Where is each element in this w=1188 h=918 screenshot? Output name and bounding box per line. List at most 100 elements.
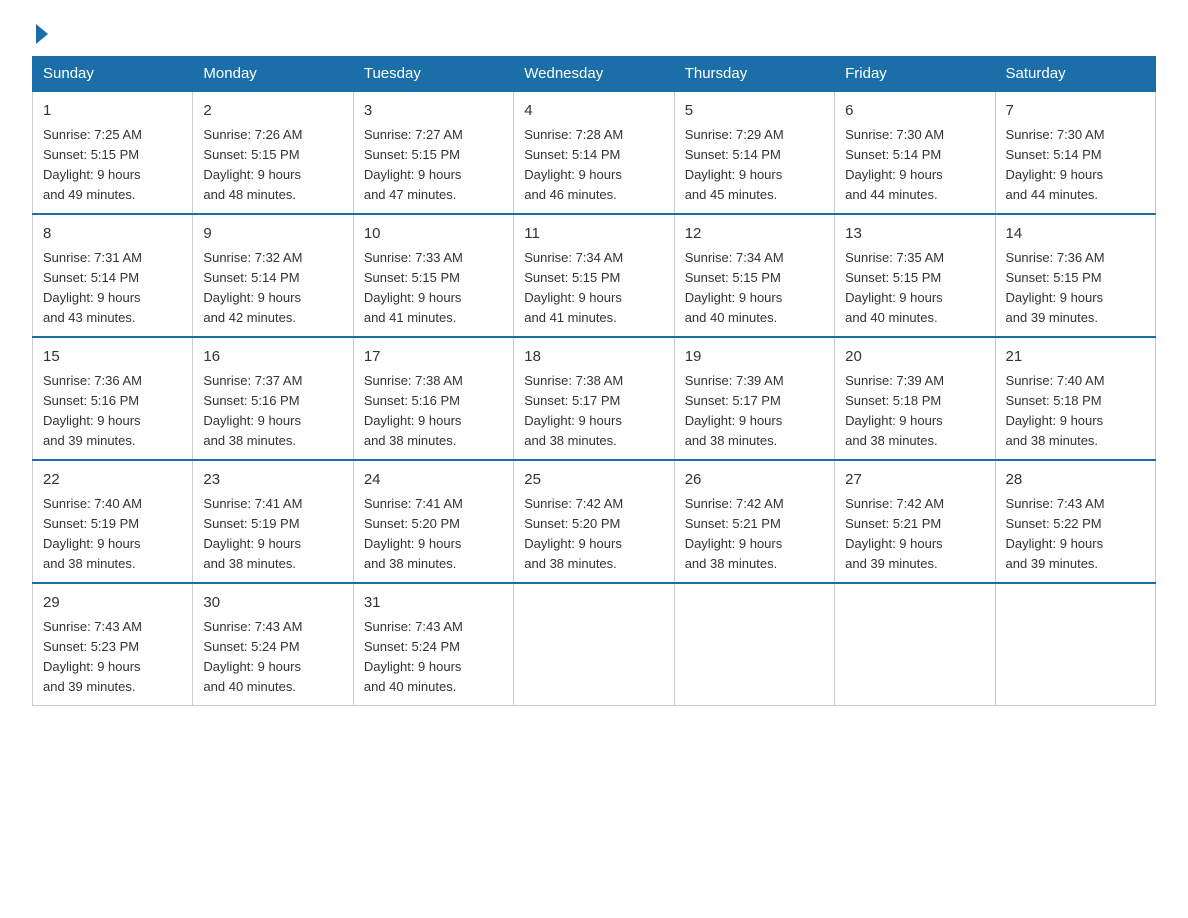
calendar-day-cell: 14 Sunrise: 7:36 AMSunset: 5:15 PMDayligh… xyxy=(995,214,1155,337)
calendar-day-cell: 2 Sunrise: 7:26 AMSunset: 5:15 PMDaylight… xyxy=(193,91,353,214)
calendar-day-cell: 29 Sunrise: 7:43 AMSunset: 5:23 PMDayligh… xyxy=(33,583,193,706)
day-info: Sunrise: 7:35 AMSunset: 5:15 PMDaylight:… xyxy=(845,250,944,325)
weekday-header-row: SundayMondayTuesdayWednesdayThursdayFrid… xyxy=(33,57,1156,92)
calendar-day-cell: 11 Sunrise: 7:34 AMSunset: 5:15 PMDayligh… xyxy=(514,214,674,337)
calendar-day-cell: 10 Sunrise: 7:33 AMSunset: 5:15 PMDayligh… xyxy=(353,214,513,337)
calendar-day-cell: 19 Sunrise: 7:39 AMSunset: 5:17 PMDayligh… xyxy=(674,337,834,460)
calendar-day-cell: 4 Sunrise: 7:28 AMSunset: 5:14 PMDaylight… xyxy=(514,91,674,214)
day-info: Sunrise: 7:34 AMSunset: 5:15 PMDaylight:… xyxy=(524,250,623,325)
calendar-day-cell: 30 Sunrise: 7:43 AMSunset: 5:24 PMDayligh… xyxy=(193,583,353,706)
day-info: Sunrise: 7:43 AMSunset: 5:24 PMDaylight:… xyxy=(364,619,463,694)
day-number: 26 xyxy=(685,469,824,492)
weekday-header-monday: Monday xyxy=(193,57,353,92)
calendar-empty-cell xyxy=(995,583,1155,706)
day-info: Sunrise: 7:43 AMSunset: 5:23 PMDaylight:… xyxy=(43,619,142,694)
calendar-day-cell: 13Sunrise: 7:35 AMSunset: 5:15 PMDayligh… xyxy=(835,214,995,337)
day-info: Sunrise: 7:36 AMSunset: 5:15 PMDaylight:… xyxy=(1006,250,1105,325)
day-number: 29 xyxy=(43,592,182,615)
day-number: 27 xyxy=(845,469,984,492)
day-info: Sunrise: 7:42 AMSunset: 5:20 PMDaylight:… xyxy=(524,496,623,571)
calendar-day-cell: 28 Sunrise: 7:43 AMSunset: 5:22 PMDayligh… xyxy=(995,460,1155,583)
day-info: Sunrise: 7:32 AMSunset: 5:14 PMDaylight:… xyxy=(203,250,302,325)
day-number: 18 xyxy=(524,346,663,369)
calendar-day-cell: 26 Sunrise: 7:42 AMSunset: 5:21 PMDayligh… xyxy=(674,460,834,583)
calendar-day-cell: 1 Sunrise: 7:25 AMSunset: 5:15 PMDaylight… xyxy=(33,91,193,214)
day-info: Sunrise: 7:40 AMSunset: 5:19 PMDaylight:… xyxy=(43,496,142,571)
day-info: Sunrise: 7:27 AMSunset: 5:15 PMDaylight:… xyxy=(364,127,463,202)
day-info: Sunrise: 7:43 AMSunset: 5:22 PMDaylight:… xyxy=(1006,496,1105,571)
day-number: 23 xyxy=(203,469,342,492)
calendar-day-cell: 7Sunrise: 7:30 AMSunset: 5:14 PMDaylight… xyxy=(995,91,1155,214)
calendar-day-cell: 20 Sunrise: 7:39 AMSunset: 5:18 PMDayligh… xyxy=(835,337,995,460)
calendar-day-cell: 15 Sunrise: 7:36 AMSunset: 5:16 PMDayligh… xyxy=(33,337,193,460)
day-number: 28 xyxy=(1006,469,1145,492)
calendar-week-row: 1 Sunrise: 7:25 AMSunset: 5:15 PMDaylight… xyxy=(33,91,1156,214)
day-number: 25 xyxy=(524,469,663,492)
page-header xyxy=(32,24,1156,40)
day-number: 14 xyxy=(1006,223,1145,246)
day-info: Sunrise: 7:26 AMSunset: 5:15 PMDaylight:… xyxy=(203,127,302,202)
weekday-header-sunday: Sunday xyxy=(33,57,193,92)
calendar-day-cell: 31Sunrise: 7:43 AMSunset: 5:24 PMDayligh… xyxy=(353,583,513,706)
day-info: Sunrise: 7:30 AMSunset: 5:14 PMDaylight:… xyxy=(845,127,944,202)
day-number: 6 xyxy=(845,100,984,123)
day-info: Sunrise: 7:37 AMSunset: 5:16 PMDaylight:… xyxy=(203,373,302,448)
calendar-day-cell: 27 Sunrise: 7:42 AMSunset: 5:21 PMDayligh… xyxy=(835,460,995,583)
calendar-empty-cell xyxy=(835,583,995,706)
day-number: 30 xyxy=(203,592,342,615)
calendar-day-cell: 6 Sunrise: 7:30 AMSunset: 5:14 PMDaylight… xyxy=(835,91,995,214)
day-number: 17 xyxy=(364,346,503,369)
calendar-day-cell: 23 Sunrise: 7:41 AMSunset: 5:19 PMDayligh… xyxy=(193,460,353,583)
day-number: 11 xyxy=(524,223,663,246)
weekday-header-friday: Friday xyxy=(835,57,995,92)
calendar-day-cell: 3 Sunrise: 7:27 AMSunset: 5:15 PMDaylight… xyxy=(353,91,513,214)
day-number: 10 xyxy=(364,223,503,246)
calendar-week-row: 29 Sunrise: 7:43 AMSunset: 5:23 PMDayligh… xyxy=(33,583,1156,706)
calendar-day-cell: 18Sunrise: 7:38 AMSunset: 5:17 PMDayligh… xyxy=(514,337,674,460)
weekday-header-wednesday: Wednesday xyxy=(514,57,674,92)
day-info: Sunrise: 7:40 AMSunset: 5:18 PMDaylight:… xyxy=(1006,373,1105,448)
weekday-header-saturday: Saturday xyxy=(995,57,1155,92)
day-info: Sunrise: 7:42 AMSunset: 5:21 PMDaylight:… xyxy=(845,496,944,571)
day-info: Sunrise: 7:25 AMSunset: 5:15 PMDaylight:… xyxy=(43,127,142,202)
day-number: 5 xyxy=(685,100,824,123)
weekday-header-tuesday: Tuesday xyxy=(353,57,513,92)
logo xyxy=(32,24,50,44)
day-number: 16 xyxy=(203,346,342,369)
calendar-day-cell: 16 Sunrise: 7:37 AMSunset: 5:16 PMDayligh… xyxy=(193,337,353,460)
day-info: Sunrise: 7:38 AMSunset: 5:16 PMDaylight:… xyxy=(364,373,463,448)
day-info: Sunrise: 7:29 AMSunset: 5:14 PMDaylight:… xyxy=(685,127,784,202)
day-info: Sunrise: 7:43 AMSunset: 5:24 PMDaylight:… xyxy=(203,619,302,694)
day-info: Sunrise: 7:41 AMSunset: 5:19 PMDaylight:… xyxy=(203,496,302,571)
day-number: 3 xyxy=(364,100,503,123)
day-info: Sunrise: 7:36 AMSunset: 5:16 PMDaylight:… xyxy=(43,373,142,448)
logo-area xyxy=(32,24,50,40)
day-number: 12 xyxy=(685,223,824,246)
day-number: 9 xyxy=(203,223,342,246)
day-number: 7 xyxy=(1006,100,1145,123)
calendar-table: SundayMondayTuesdayWednesdayThursdayFrid… xyxy=(32,56,1156,706)
calendar-empty-cell xyxy=(674,583,834,706)
calendar-day-cell: 24Sunrise: 7:41 AMSunset: 5:20 PMDayligh… xyxy=(353,460,513,583)
calendar-day-cell: 12Sunrise: 7:34 AMSunset: 5:15 PMDayligh… xyxy=(674,214,834,337)
day-info: Sunrise: 7:33 AMSunset: 5:15 PMDaylight:… xyxy=(364,250,463,325)
calendar-week-row: 22 Sunrise: 7:40 AMSunset: 5:19 PMDayligh… xyxy=(33,460,1156,583)
day-info: Sunrise: 7:39 AMSunset: 5:17 PMDaylight:… xyxy=(685,373,784,448)
day-number: 20 xyxy=(845,346,984,369)
day-info: Sunrise: 7:42 AMSunset: 5:21 PMDaylight:… xyxy=(685,496,784,571)
calendar-week-row: 8Sunrise: 7:31 AMSunset: 5:14 PMDaylight… xyxy=(33,214,1156,337)
day-number: 21 xyxy=(1006,346,1145,369)
day-number: 19 xyxy=(685,346,824,369)
day-info: Sunrise: 7:39 AMSunset: 5:18 PMDaylight:… xyxy=(845,373,944,448)
calendar-day-cell: 5 Sunrise: 7:29 AMSunset: 5:14 PMDaylight… xyxy=(674,91,834,214)
day-number: 1 xyxy=(43,100,182,123)
day-number: 2 xyxy=(203,100,342,123)
day-number: 22 xyxy=(43,469,182,492)
day-number: 15 xyxy=(43,346,182,369)
calendar-day-cell: 8Sunrise: 7:31 AMSunset: 5:14 PMDaylight… xyxy=(33,214,193,337)
day-number: 8 xyxy=(43,223,182,246)
calendar-day-cell: 17 Sunrise: 7:38 AMSunset: 5:16 PMDayligh… xyxy=(353,337,513,460)
day-number: 4 xyxy=(524,100,663,123)
day-info: Sunrise: 7:28 AMSunset: 5:14 PMDaylight:… xyxy=(524,127,623,202)
calendar-day-cell: 25 Sunrise: 7:42 AMSunset: 5:20 PMDayligh… xyxy=(514,460,674,583)
